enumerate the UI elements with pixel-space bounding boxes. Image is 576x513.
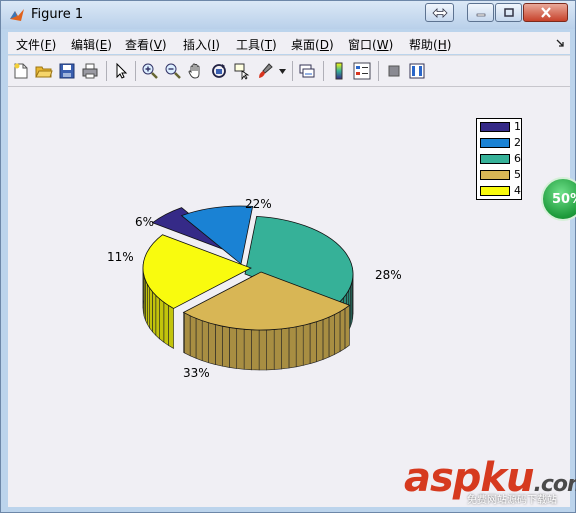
pie-label-1: 6% xyxy=(135,215,155,229)
pie-side-5 xyxy=(316,319,324,363)
pie-side-5 xyxy=(201,320,209,364)
pie-side-5 xyxy=(322,316,330,360)
legend-swatch xyxy=(480,138,510,148)
pie-side-5 xyxy=(295,325,304,368)
pie-side-4 xyxy=(159,298,165,343)
pie-label-4: 22% xyxy=(245,197,272,211)
pie-chart xyxy=(142,205,354,371)
pie-side-5 xyxy=(334,311,341,355)
legend-label: 5 xyxy=(514,168,521,181)
pie-side-5 xyxy=(236,328,245,370)
legend-swatch xyxy=(480,122,510,132)
legend-entry: 1 xyxy=(480,120,521,134)
pie-side-5 xyxy=(309,321,317,365)
pie-side-4 xyxy=(149,287,153,333)
pie-side-5 xyxy=(183,311,185,354)
badge-text: 50% xyxy=(552,192,576,207)
chart-legend[interactable]: 1 2 6 5 4 xyxy=(476,118,522,200)
pie-side-5 xyxy=(215,324,223,367)
pie-side-5 xyxy=(243,328,252,371)
pie-side-5 xyxy=(302,323,311,366)
legend-label: 4 xyxy=(514,184,521,197)
pie-side-5 xyxy=(328,313,335,358)
pie-side-5 xyxy=(258,329,267,371)
pie-label-6: 33% xyxy=(183,366,210,380)
pie-side-5 xyxy=(273,328,282,370)
legend-entry: 2 xyxy=(480,136,521,150)
pie-side-4 xyxy=(163,301,169,347)
pie-side-5 xyxy=(281,327,290,370)
pie-side-4 xyxy=(152,291,157,337)
pie-label-5: 28% xyxy=(375,268,402,282)
legend-swatch xyxy=(480,170,510,180)
pie-side-5 xyxy=(288,326,297,369)
pie-label-2: 11% xyxy=(107,250,134,264)
pie-side-5 xyxy=(344,304,350,350)
pie-side-5 xyxy=(339,307,346,353)
pie-side-5 xyxy=(221,325,230,368)
legend-entry: 6 xyxy=(480,152,521,166)
pie-side-5 xyxy=(184,312,191,357)
legend-entry: 4 xyxy=(480,184,521,198)
legend-label: 2 xyxy=(514,136,521,149)
legend-label: 6 xyxy=(514,152,521,165)
pie-side-4 xyxy=(168,304,174,349)
pie-3d xyxy=(142,205,354,371)
pie-side-4 xyxy=(155,294,160,340)
pie-side-5 xyxy=(266,329,275,371)
legend-entry: 5 xyxy=(480,168,521,182)
legend-swatch xyxy=(480,186,510,196)
pie-side-5 xyxy=(229,327,238,369)
legend-label: 1 xyxy=(514,120,521,133)
legend-swatch xyxy=(480,154,510,164)
watermark-subtext: 免费网站源码下载站 xyxy=(467,495,557,506)
pie-side-5 xyxy=(251,329,260,371)
pie-side-5 xyxy=(195,317,203,362)
pie-side-4 xyxy=(146,283,150,330)
pie-side-5 xyxy=(189,315,197,359)
pie-side-5 xyxy=(208,322,216,365)
